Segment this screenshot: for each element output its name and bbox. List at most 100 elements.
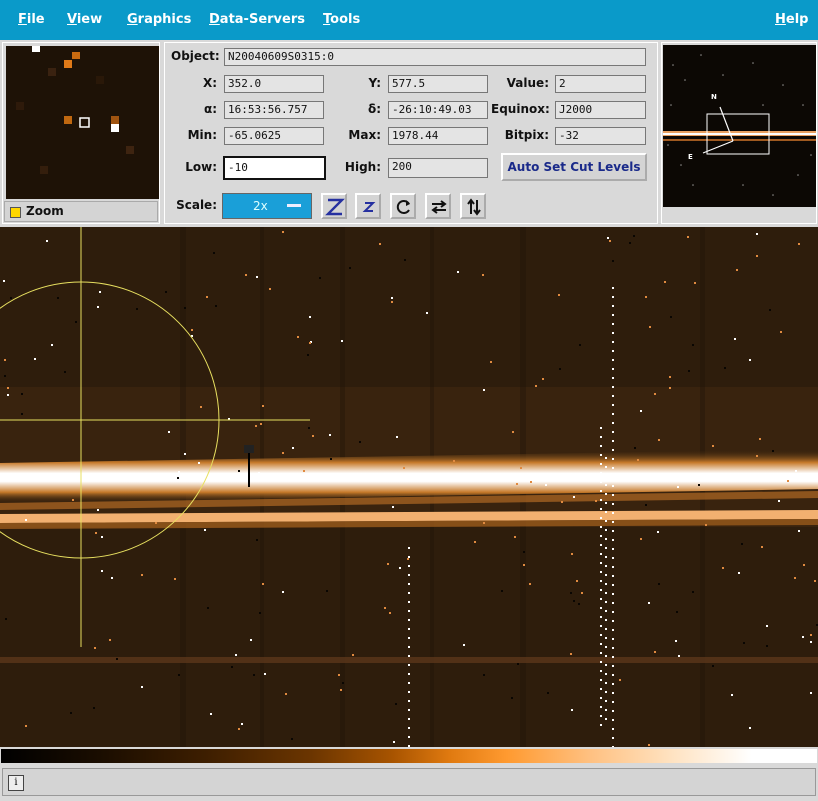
hot-pixel <box>612 593 614 595</box>
menu-view[interactable]: View <box>67 12 102 27</box>
hot-pixel <box>605 619 607 621</box>
star-pixel <box>329 434 331 436</box>
star-pixel <box>648 602 650 604</box>
star-pixel <box>4 375 6 377</box>
star-pixel <box>253 674 255 676</box>
star-pixel <box>177 477 179 479</box>
bitpix-label: Bitpix: <box>504 128 549 142</box>
status-bar: i <box>2 768 816 796</box>
star-pixel <box>7 394 9 396</box>
star-pixel <box>341 340 343 342</box>
star-pixel <box>34 358 36 360</box>
high-input[interactable]: 200 <box>388 158 488 178</box>
star-pixel <box>308 427 310 429</box>
auto-set-cut-levels-button[interactable]: Auto Set Cut Levels <box>501 153 647 181</box>
hot-pixel <box>612 557 614 559</box>
star-pixel <box>379 243 381 245</box>
star-pixel <box>749 359 751 361</box>
hot-pixel <box>408 664 410 666</box>
hot-pixel <box>600 436 602 438</box>
star-pixel <box>501 590 503 592</box>
star-pixel <box>657 531 659 533</box>
star-pixel <box>724 367 726 369</box>
hot-pixel <box>612 710 614 712</box>
star-pixel <box>297 336 299 338</box>
hot-pixel <box>600 472 602 474</box>
menu-data-servers[interactable]: Data-Servers <box>209 12 305 27</box>
zoom-view-pixels <box>16 46 134 174</box>
star-pixel <box>403 467 405 469</box>
scale-label: Scale: <box>176 198 217 212</box>
hot-pixel <box>408 646 410 648</box>
star-pixel <box>25 519 27 521</box>
star-pixel <box>581 592 583 594</box>
north-label: N <box>711 93 717 101</box>
star-pixel <box>778 500 780 502</box>
star-pixel <box>780 331 782 333</box>
star-pixel <box>207 607 209 609</box>
colorbar <box>1 749 817 763</box>
star-pixel <box>210 713 212 715</box>
menu-graphics[interactable]: Graphics <box>127 12 191 27</box>
star-pixel <box>238 470 240 472</box>
y-field: 577.5 <box>388 75 488 93</box>
zoom-view[interactable] <box>6 46 159 199</box>
hot-pixel <box>605 592 607 594</box>
image-display[interactable] <box>0 227 818 747</box>
zoom-toggle[interactable]: Zoom <box>4 201 158 222</box>
hot-pixel <box>612 314 614 316</box>
star-pixel <box>490 361 492 363</box>
star-pixel <box>654 393 656 395</box>
hot-pixel <box>612 296 614 298</box>
x-label: X: <box>202 76 217 90</box>
star-pixel <box>396 436 398 438</box>
hot-pixel <box>600 535 602 537</box>
star-pixel <box>262 405 264 407</box>
hot-pixel <box>612 422 614 424</box>
flip-horizontal-button[interactable] <box>425 193 451 219</box>
rotate-icon <box>396 200 410 214</box>
hot-pixel <box>612 485 614 487</box>
hot-pixel <box>612 683 614 685</box>
star-pixel <box>649 326 651 328</box>
star-pixel <box>168 431 170 433</box>
hot-pixel <box>612 575 614 577</box>
menu-file[interactable]: File <box>18 12 45 27</box>
star-pixel <box>407 558 409 560</box>
hot-pixel <box>600 445 602 447</box>
menu-help[interactable]: Help <box>775 12 808 27</box>
star-pixel <box>282 591 284 593</box>
star-pixel <box>634 447 636 449</box>
star-pixel <box>178 471 180 473</box>
star-pixel <box>21 393 23 395</box>
star-pixel <box>654 651 656 653</box>
star-pixel <box>309 316 311 318</box>
menu-tools[interactable]: Tools <box>323 12 360 27</box>
hot-pixel <box>605 565 607 567</box>
star-pixel <box>810 692 812 694</box>
flip-vertical-button[interactable] <box>460 193 486 219</box>
rotate-button[interactable] <box>390 193 416 219</box>
panner-view[interactable]: N E <box>663 45 816 207</box>
star-pixel <box>547 692 549 694</box>
star-pixel <box>612 260 614 262</box>
low-input[interactable]: -10 <box>223 156 326 180</box>
star-pixel <box>99 291 101 293</box>
hot-pixel <box>408 682 410 684</box>
hot-pixel <box>605 511 607 513</box>
star-pixel <box>520 467 522 469</box>
hot-pixel <box>612 629 614 631</box>
star-pixel <box>640 538 642 540</box>
zoom-checkbox[interactable] <box>10 207 21 218</box>
star-pixel <box>648 744 650 746</box>
ra-field: 16:53:56.757 <box>224 101 324 119</box>
zoom-out-button[interactable] <box>355 193 381 219</box>
star-pixel <box>677 486 679 488</box>
star-pixel <box>206 296 208 298</box>
zoom-in-button[interactable] <box>321 193 347 219</box>
star-pixel <box>262 583 264 585</box>
max-label: Max: <box>348 128 381 142</box>
star-pixel <box>669 387 671 389</box>
hot-pixel <box>600 652 602 654</box>
scale-select[interactable]: 2x <box>222 193 312 219</box>
